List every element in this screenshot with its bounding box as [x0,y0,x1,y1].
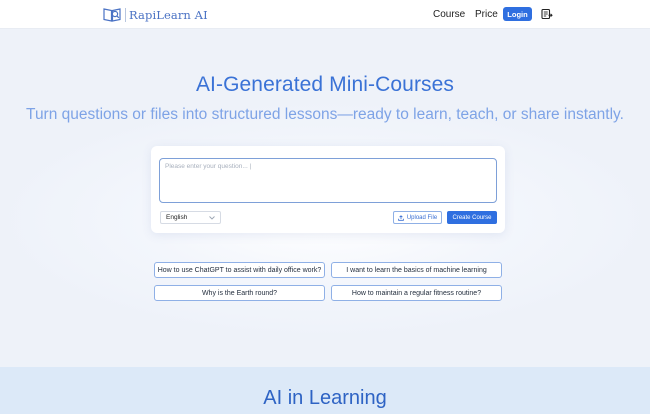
language-switch-icon[interactable] [541,8,553,20]
nav-link-course[interactable]: Course [433,9,465,20]
hero-title: AI-Generated Mini-Courses [195,73,455,96]
nav-link-price[interactable]: Price [475,9,498,20]
top-navbar: RapiLearn AI Course Price Login [0,0,650,29]
ai-in-learning-section: AI in Learning [0,367,650,414]
create-course-button[interactable]: Create Course [447,211,497,224]
upload-file-button[interactable]: Upload File [393,211,442,224]
language-select[interactable]: English [160,211,221,224]
logo-text: RapiLearn AI [129,7,208,22]
hero-section: AI-Generated Mini-Courses Turn questions… [0,29,650,367]
suggestion-chip[interactable]: How to use ChatGPT to assist with daily … [154,262,325,278]
question-input[interactable] [159,158,497,203]
login-button[interactable]: Login [503,7,532,21]
section-title: AI in Learning [263,387,387,409]
suggestion-chip[interactable]: I want to learn the basics of machine le… [331,262,502,278]
create-course-label: Create Course [452,214,492,221]
question-card: English Upload File Create Course [151,146,505,233]
logo[interactable]: RapiLearn AI [103,6,208,23]
suggestion-chip[interactable]: Why is the Earth round? [154,285,325,301]
logo-separator [125,7,126,22]
chevron-down-icon [209,215,215,220]
upload-file-label: Upload File [406,214,438,221]
language-select-value: English [166,214,188,221]
book-magnifier-logo-icon [103,8,121,22]
suggestion-chip[interactable]: How to maintain a regular fitness routin… [331,285,502,301]
hero-subtitle: Turn questions or files into structured … [26,106,624,123]
upload-icon [398,214,404,221]
